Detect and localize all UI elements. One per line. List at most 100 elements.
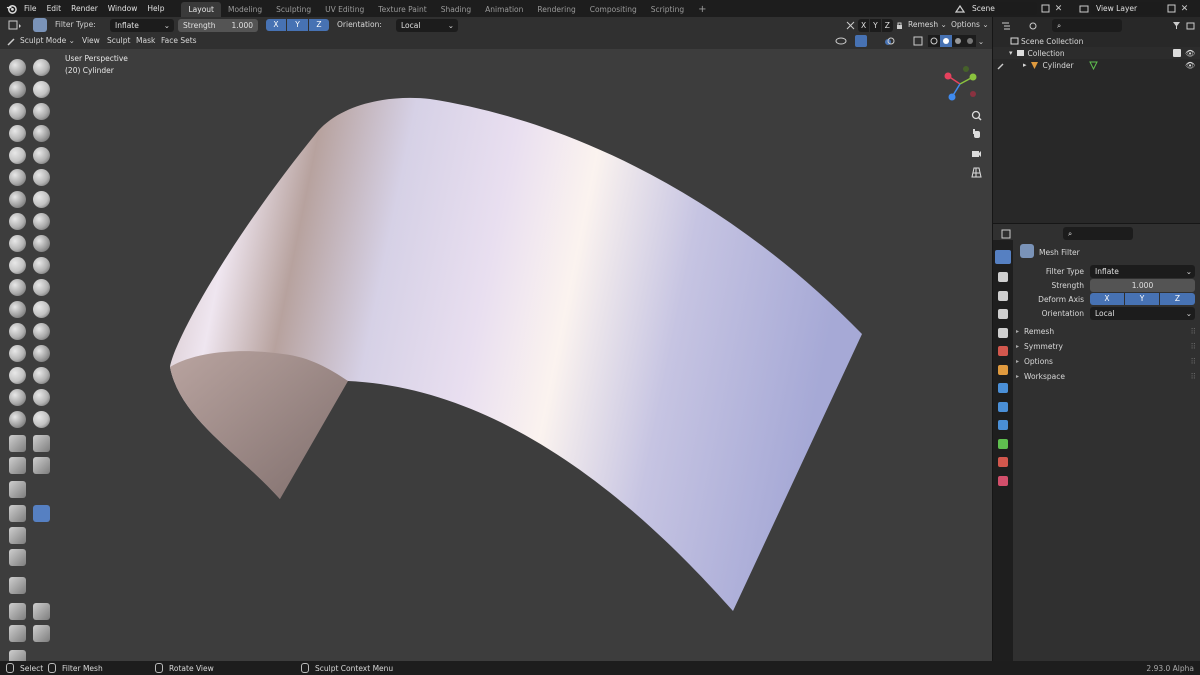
tab-uv-editing[interactable]: UV Editing <box>318 2 371 17</box>
filter-icon[interactable] <box>1171 20 1181 30</box>
tab-sculpting[interactable]: Sculpting <box>269 2 318 17</box>
sculpt-brush-icon[interactable] <box>33 301 50 318</box>
orientation-dropdown[interactable]: Local ⌄ <box>396 19 458 32</box>
strength-field[interactable]: 1.000 <box>1090 279 1195 292</box>
sculpt-brush-icon[interactable] <box>9 81 26 98</box>
mesh-data-tab-icon[interactable] <box>998 438 1008 449</box>
scene-tab-icon[interactable] <box>998 327 1008 338</box>
new-view-layer-icon[interactable] <box>1165 2 1178 15</box>
tab-animation[interactable]: Animation <box>478 2 530 17</box>
sculpt-tool-icon[interactable] <box>33 603 50 620</box>
filter-type-dropdown[interactable]: Inflate ⌄ <box>110 19 174 32</box>
sculpt-tool-icon[interactable] <box>9 435 26 452</box>
strength-field[interactable]: Strength 1.000 <box>178 19 258 32</box>
delete-scene-icon[interactable]: ✕ <box>1052 2 1065 15</box>
output-tab-icon[interactable] <box>998 290 1008 301</box>
view-layer-field[interactable]: View Layer <box>1091 2 1163 15</box>
expand-arrow-icon[interactable]: ▾ <box>1009 49 1013 57</box>
sculpt-brush-icon[interactable] <box>9 213 26 230</box>
gizmo-toggle-icon[interactable] <box>855 35 867 47</box>
section-symmetry[interactable]: ▸ Symmetry ⠿ <box>1014 339 1200 354</box>
sculpt-brush-icon[interactable] <box>9 389 26 406</box>
properties-search-input[interactable]: ⌕ <box>1063 227 1133 240</box>
mode-dropdown[interactable]: Sculpt Mode ⌄ <box>20 36 75 45</box>
sculpt-tool-icon[interactable] <box>9 457 26 474</box>
physics-tab-icon[interactable] <box>998 420 1008 430</box>
wireframe-shading-icon[interactable] <box>928 35 940 47</box>
render-tab-icon[interactable] <box>998 272 1008 282</box>
sculpt-brush-icon[interactable] <box>33 345 50 362</box>
sculpt-brush-icon[interactable] <box>33 103 50 120</box>
sculpt-brush-icon[interactable] <box>9 169 26 186</box>
sculpt-brush-icon[interactable] <box>33 59 50 76</box>
deform-axis-x-button[interactable]: X <box>266 19 286 31</box>
outliner-row-scene-collection[interactable]: Scene Collection <box>993 35 1200 47</box>
overlay-toggle-icon[interactable] <box>883 35 895 47</box>
outliner-row-cylinder[interactable]: ▸ Cylinder 👁 <box>993 59 1200 71</box>
object-tab-icon[interactable] <box>998 364 1008 375</box>
menu-mask[interactable]: Mask <box>136 36 155 45</box>
symmetry-y-button[interactable]: Y <box>870 19 881 32</box>
sculpt-brush-icon[interactable] <box>33 257 50 274</box>
view-layer-icon[interactable] <box>1077 2 1091 15</box>
drag-handle-icon[interactable]: ⠿ <box>1191 372 1197 381</box>
mesh-filter-tool-icon[interactable] <box>33 18 47 32</box>
menu-file[interactable]: File <box>19 0 42 17</box>
sculpt-brush-icon[interactable] <box>9 103 26 120</box>
symmetry-z-button[interactable]: Z <box>881 19 893 32</box>
scene-icon[interactable] <box>953 2 967 15</box>
grid-view-icon[interactable] <box>969 165 983 179</box>
sculpt-brush-icon[interactable] <box>9 147 26 164</box>
section-workspace[interactable]: ▸ Workspace ⠿ <box>1014 369 1200 384</box>
sculpt-brush-icon[interactable] <box>9 59 26 76</box>
orientation-dropdown[interactable]: Local ⌄ <box>1090 307 1195 320</box>
cylinder-mesh[interactable] <box>0 49 992 661</box>
expand-arrow-icon[interactable]: ▸ <box>1023 61 1027 69</box>
symmetry-icon[interactable] <box>845 20 855 30</box>
sculpt-brush-icon[interactable] <box>33 389 50 406</box>
shading-options-icon[interactable]: ⌄ <box>976 35 986 47</box>
sculpt-brush-icon[interactable] <box>33 279 50 296</box>
material-shading-icon[interactable] <box>952 35 964 47</box>
modifier-tab-icon[interactable] <box>998 383 1008 393</box>
deform-axis-x-button[interactable]: X <box>1090 293 1124 305</box>
sculpt-brush-icon[interactable] <box>9 279 26 296</box>
outliner-row-collection[interactable]: ▾ Collection 👁 <box>993 47 1200 59</box>
sculpt-brush-icon[interactable] <box>9 323 26 340</box>
sculpt-brush-icon[interactable] <box>33 411 50 428</box>
sculpt-brush-icon[interactable] <box>9 367 26 384</box>
sculpt-brush-icon[interactable] <box>9 257 26 274</box>
camera-icon[interactable] <box>969 146 983 160</box>
tool-tab-icon[interactable] <box>995 250 1011 264</box>
blender-logo-icon[interactable] <box>3 0 19 17</box>
mesh-filter-tool-icon[interactable] <box>33 505 50 522</box>
solid-shading-icon[interactable] <box>940 35 952 47</box>
pan-hand-icon[interactable] <box>969 126 983 140</box>
tab-layout[interactable]: Layout <box>181 1 221 17</box>
zoom-icon[interactable] <box>969 108 983 122</box>
sculpt-brush-icon[interactable] <box>9 235 26 252</box>
sculpt-brush-icon[interactable] <box>33 323 50 340</box>
sculpt-tool-icon[interactable] <box>9 603 26 620</box>
sculpt-tool-icon[interactable] <box>9 549 26 566</box>
tab-texture-paint[interactable]: Texture Paint <box>371 2 433 17</box>
object-visibility-icon[interactable] <box>834 35 848 47</box>
sculpt-brush-icon[interactable] <box>33 169 50 186</box>
particles-tab-icon[interactable] <box>998 401 1008 412</box>
drag-handle-icon[interactable]: ⠿ <box>1191 342 1197 351</box>
menu-edit[interactable]: Edit <box>42 0 67 17</box>
sculpt-brush-icon[interactable] <box>33 191 50 208</box>
drag-handle-icon[interactable]: ⠿ <box>1191 327 1197 336</box>
sculpt-tool-icon[interactable] <box>9 577 26 594</box>
sculpt-brush-icon[interactable] <box>9 411 26 428</box>
navigation-gizmo[interactable] <box>940 64 980 104</box>
tab-shading[interactable]: Shading <box>434 2 478 17</box>
deform-axis-y-button[interactable]: Y <box>287 19 308 31</box>
sculpt-tool-icon[interactable] <box>9 527 26 544</box>
3d-viewport[interactable]: User Perspective (20) Cylinder <box>0 49 992 661</box>
sculpt-tool-icon[interactable] <box>33 457 50 474</box>
add-workspace-button[interactable]: + <box>691 2 713 17</box>
sculpt-brush-icon[interactable] <box>33 125 50 142</box>
new-scene-icon[interactable] <box>1039 2 1052 15</box>
sculpt-brush-icon[interactable] <box>33 235 50 252</box>
